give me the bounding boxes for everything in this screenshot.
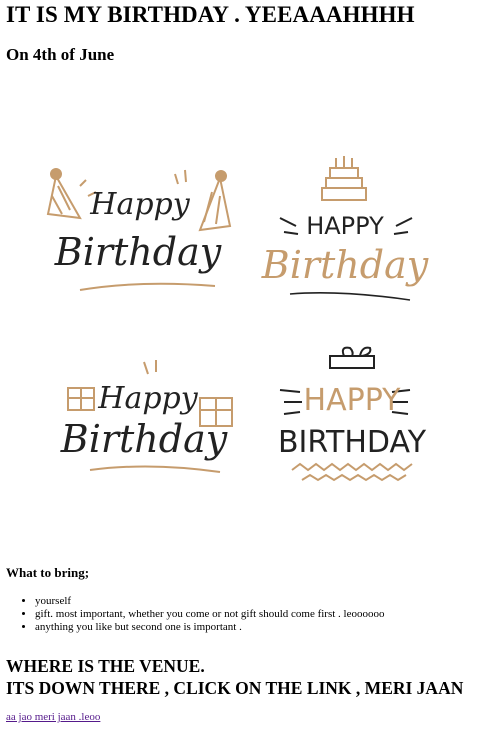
badge-happy-birthday-box: HAPPY BIRTHDAY <box>278 346 427 482</box>
badge4-line2: BIRTHDAY <box>278 425 427 460</box>
list-item: yourself <box>35 595 483 608</box>
badge3-line2: Birthday <box>60 417 228 461</box>
venue-link[interactable]: aa jao meri jaan .leoo <box>6 711 100 723</box>
badge3-line1: Happy <box>97 381 198 416</box>
gift-box-icon <box>329 346 375 369</box>
date-subtitle: On 4th of June <box>6 45 115 64</box>
badge-happy-birthday-cake: HAPPY Birthday <box>261 156 429 301</box>
badge2-line2: Birthday <box>261 243 429 287</box>
venue-line-2: ITS DOWN THERE , CLICK ON THE LINK , MER… <box>6 678 464 698</box>
list-item: gift. most important, whether you come o… <box>35 608 483 621</box>
venue-line-1: WHERE IS THE VENUE. <box>6 656 205 676</box>
birthday-badges-image: Happy Birthday HAPPY Birthday Happy Birt… <box>40 140 440 492</box>
cake-icon <box>321 156 367 201</box>
badge-happy-birthday-gifts: Happy Birthday <box>60 360 233 473</box>
bring-list: yourself gift. most important, whether y… <box>6 595 483 634</box>
page-title: IT IS MY BIRTHDAY . YEEAAAHHHH <box>6 2 415 27</box>
badge1-line2: Birthday <box>54 230 222 274</box>
list-item: anything you like but second one is impo… <box>35 621 483 634</box>
venue-heading: WHERE IS THE VENUE. ITS DOWN THERE , CLI… <box>6 655 463 699</box>
badge1-line1: Happy <box>89 187 190 222</box>
what-to-bring-heading: What to bring; <box>6 565 90 580</box>
badge-happy-birthday-hats: Happy Birthday <box>46 168 232 291</box>
badge4-line1: HAPPY <box>304 383 402 418</box>
badge2-line1: HAPPY <box>306 212 384 240</box>
